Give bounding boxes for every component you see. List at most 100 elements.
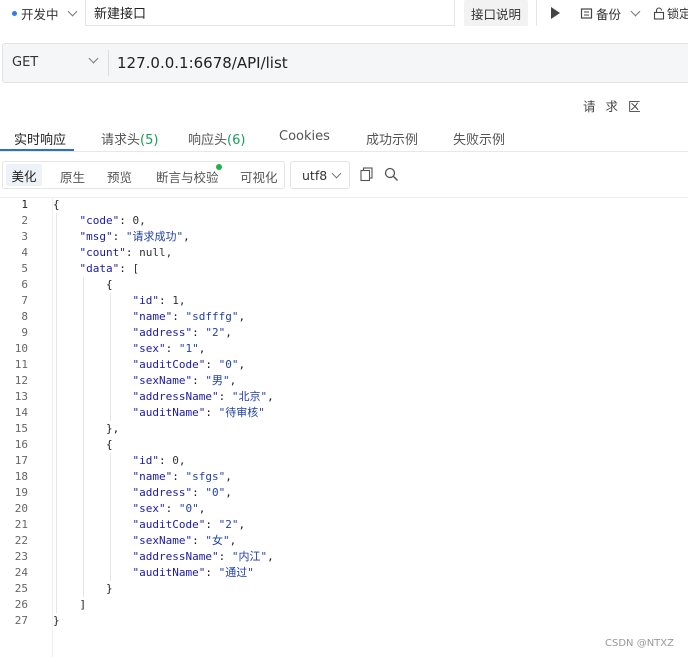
line-number: 16 <box>14 438 28 451</box>
status-label: 开发中 <box>21 6 59 22</box>
chevron-down-icon <box>67 6 77 16</box>
copy-icon[interactable] <box>360 167 374 182</box>
tab-label: 失败示例 <box>453 133 506 148</box>
chevron-down-icon[interactable] <box>630 6 641 16</box>
code-line: 14 "auditName": "待审核" <box>0 405 274 421</box>
code-line: 8 "name": "sdfffg", <box>0 309 274 325</box>
view-visualize-button[interactable]: 可视化 <box>240 166 278 186</box>
code-line: 7 "id": 1, <box>0 293 274 309</box>
method-select[interactable]: GET <box>12 55 38 70</box>
code-text: }, <box>53 422 120 435</box>
line-number: 11 <box>14 358 28 371</box>
code-text: } <box>53 582 113 595</box>
code-line: 5 "data": [ <box>0 261 274 277</box>
api-doc-button[interactable]: 接口说明 <box>464 0 528 26</box>
response-code-view[interactable]: 1{2 "code": 0, 3 "msg": "请求成功", 4 "count":… <box>0 197 274 629</box>
request-area-toggle[interactable]: 请 求 区 <box>583 96 643 115</box>
line-number: 19 <box>14 486 28 499</box>
view-preview-button[interactable]: 预览 <box>107 166 132 186</box>
line-number: 21 <box>14 518 28 531</box>
code-line: 6 { <box>0 277 274 293</box>
view-assertion-button[interactable]: 断言与校验 <box>156 166 219 186</box>
code-line: 18 "name": "sfgs", <box>0 469 274 485</box>
chevron-down-icon <box>331 168 342 178</box>
line-number: 9 <box>21 326 28 339</box>
code-text: "id": 0, <box>132 454 186 467</box>
line-number: 27 <box>14 614 28 627</box>
tab-realtime-response[interactable]: 实时响应 <box>14 129 66 148</box>
lock-label: 锁定 <box>667 6 688 21</box>
tab-label: 响应头 <box>188 133 228 148</box>
lock-icon <box>653 6 665 20</box>
line-number: 25 <box>14 582 28 595</box>
tab-label: 成功示例 <box>366 133 419 148</box>
code-line: 21 "auditCode": "2", <box>0 517 274 533</box>
code-text: "name": "sdfffg", <box>132 310 246 323</box>
watermark: CSDN @NTXZ <box>605 638 674 649</box>
view-pretty-button[interactable]: 美化 <box>6 164 42 186</box>
line-number: 18 <box>14 470 28 483</box>
code-line: 10 "sex": "1", <box>0 341 274 357</box>
line-number: 10 <box>14 342 28 355</box>
lock-button[interactable]: 锁定 <box>653 0 688 26</box>
code-line: 24 "auditName": "通过" <box>0 565 274 581</box>
url-input[interactable]: 127.0.0.1:6678/API/list <box>117 54 288 72</box>
assertion-status-dot <box>216 164 222 170</box>
line-number: 7 <box>21 294 28 307</box>
tab-count: (5) <box>140 133 159 148</box>
code-text: } <box>53 614 60 627</box>
code-text: ] <box>53 598 87 611</box>
line-number: 12 <box>14 374 28 387</box>
code-text: "count": null, <box>79 246 173 259</box>
code-line: 11 "auditCode": "0", <box>0 357 274 373</box>
line-number: 14 <box>14 406 28 419</box>
line-number: 20 <box>14 502 28 515</box>
tab-label: 实时响应 <box>14 133 67 148</box>
line-number: 24 <box>14 566 28 579</box>
code-text: "msg": "请求成功", <box>79 230 190 243</box>
line-number: 2 <box>21 214 28 227</box>
line-number: 17 <box>14 454 28 467</box>
encoding-select[interactable]: utf8 <box>290 161 350 189</box>
line-number: 6 <box>21 278 28 291</box>
status-select[interactable]: 开发中 <box>4 0 82 26</box>
code-text: "id": 1, <box>132 294 186 307</box>
code-text: "code": 0, <box>79 214 146 227</box>
code-text: "addressName": "内江", <box>132 550 274 563</box>
run-button[interactable] <box>545 4 565 22</box>
toolbar-divider <box>536 0 537 26</box>
tab-label: 请求头 <box>101 133 141 148</box>
tab-label: Cookies <box>279 129 330 144</box>
code-text: { <box>53 438 113 451</box>
api-name-input[interactable]: 新建接口 <box>85 0 455 26</box>
line-number: 13 <box>14 390 28 403</box>
code-text: "data": [ <box>79 262 140 275</box>
code-text: "auditCode": "0", <box>132 358 246 371</box>
line-number: 22 <box>14 534 28 547</box>
tab-count: (6) <box>227 133 246 148</box>
status-dot-icon <box>12 10 17 16</box>
code-text: "sex": "1", <box>132 342 206 355</box>
code-text: "auditName": "待审核" <box>132 406 265 419</box>
tab-cookies[interactable]: Cookies <box>279 129 330 144</box>
code-line: 27} <box>0 613 274 629</box>
view-raw-button[interactable]: 原生 <box>60 166 85 186</box>
code-text: "sexName": "男", <box>132 374 237 387</box>
code-text: "sex": "0", <box>132 502 206 515</box>
search-icon[interactable] <box>384 167 399 182</box>
backup-button[interactable]: 备份 <box>580 0 641 26</box>
play-icon <box>550 7 560 19</box>
code-text: "name": "sfgs", <box>132 470 232 483</box>
code-text: "addressName": "北京", <box>132 390 274 403</box>
tab-request-headers[interactable]: 请求头(5) <box>101 129 158 148</box>
code-line: 13 "addressName": "北京", <box>0 389 274 405</box>
tab-response-headers[interactable]: 响应头(6) <box>188 129 245 148</box>
tab-success-example[interactable]: 成功示例 <box>366 129 418 148</box>
code-line: 23 "addressName": "内江", <box>0 549 274 565</box>
tab-failure-example[interactable]: 失败示例 <box>453 129 505 148</box>
line-number: 4 <box>21 246 28 259</box>
code-line: 22 "sexName": "女", <box>0 533 274 549</box>
code-line: 25 } <box>0 581 274 597</box>
backup-label: 备份 <box>596 6 622 22</box>
code-line: 4 "count": null, <box>0 245 274 261</box>
